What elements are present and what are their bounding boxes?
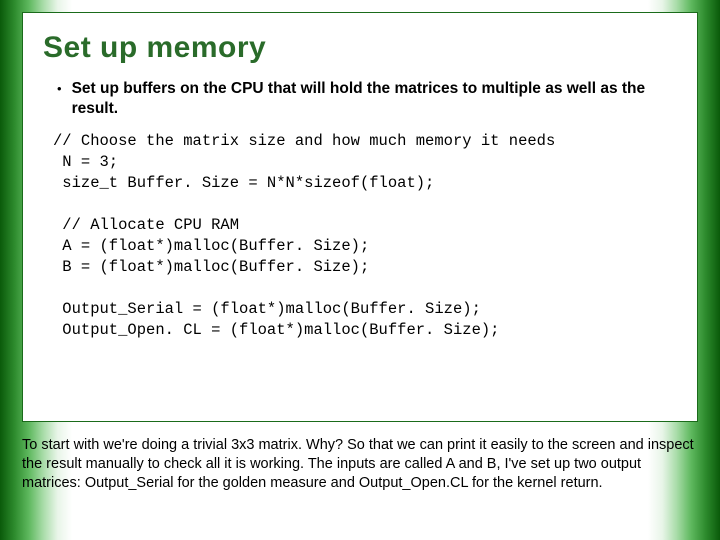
code-block: // Choose the matrix size and how much m… [53, 131, 677, 340]
bullet-item: • Set up buffers on the CPU that will ho… [57, 79, 677, 119]
slide-title: Set up memory [43, 31, 677, 65]
slide-panel: Set up memory • Set up buffers on the CP… [22, 12, 698, 422]
presenter-notes: To start with we're doing a trivial 3x3 … [22, 436, 698, 493]
bullet-dot-icon: • [57, 81, 62, 96]
bullet-text: Set up buffers on the CPU that will hold… [72, 79, 677, 119]
